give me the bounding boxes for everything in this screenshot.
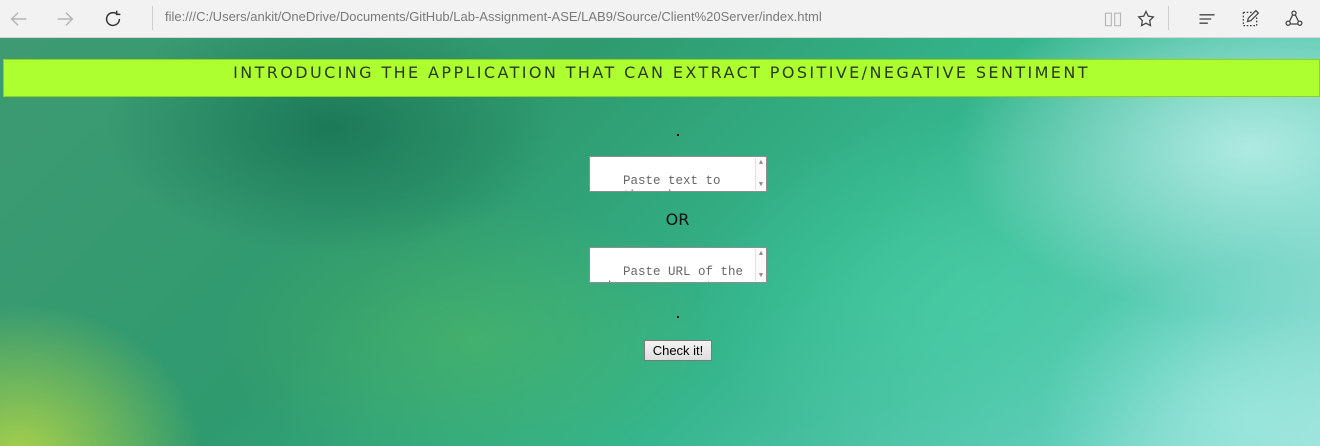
page-banner: INTRODUCING THE APPLICATION THAT CAN EXT…: [3, 59, 1320, 97]
page-content: INTRODUCING THE APPLICATION THAT CAN EXT…: [0, 38, 1320, 446]
url-input-scrollbar[interactable]: ▲ ▼: [755, 249, 765, 281]
back-arrow-icon[interactable]: [4, 4, 34, 34]
scroll-up-icon[interactable]: ▲: [757, 250, 765, 258]
check-button[interactable]: Check it!: [644, 340, 712, 361]
toolbar-divider: [1168, 6, 1169, 30]
reading-view-icon[interactable]: [1098, 4, 1128, 34]
text-input-placeholder: Paste text to run through sentiment: [593, 174, 721, 191]
refresh-icon[interactable]: [98, 4, 128, 34]
favorite-star-icon[interactable]: [1131, 4, 1161, 34]
share-icon[interactable]: [1279, 4, 1309, 34]
url-input-placeholder: Paste URL of the webpage you want: [593, 265, 744, 282]
scroll-up-icon[interactable]: ▲: [757, 159, 765, 167]
or-label: OR: [665, 210, 690, 229]
scroll-down-icon[interactable]: ▼: [757, 272, 765, 280]
scroll-down-icon[interactable]: ▼: [757, 181, 765, 189]
dot-marker: [677, 134, 679, 136]
browser-toolbar: file:///C:/Users/ankit/OneDrive/Document…: [0, 0, 1320, 38]
dot-marker: [677, 316, 679, 318]
web-note-icon[interactable]: [1235, 4, 1265, 34]
address-bar[interactable]: file:///C:/Users/ankit/OneDrive/Document…: [165, 9, 1065, 29]
address-divider: [152, 6, 153, 30]
forward-arrow-icon[interactable]: [50, 4, 80, 34]
url-input[interactable]: Paste URL of the webpage you want ▲ ▼: [589, 247, 767, 283]
text-input-scrollbar[interactable]: ▲ ▼: [755, 158, 765, 190]
text-input[interactable]: Paste text to run through sentiment ▲ ▼: [589, 156, 767, 192]
hub-icon[interactable]: [1192, 4, 1222, 34]
